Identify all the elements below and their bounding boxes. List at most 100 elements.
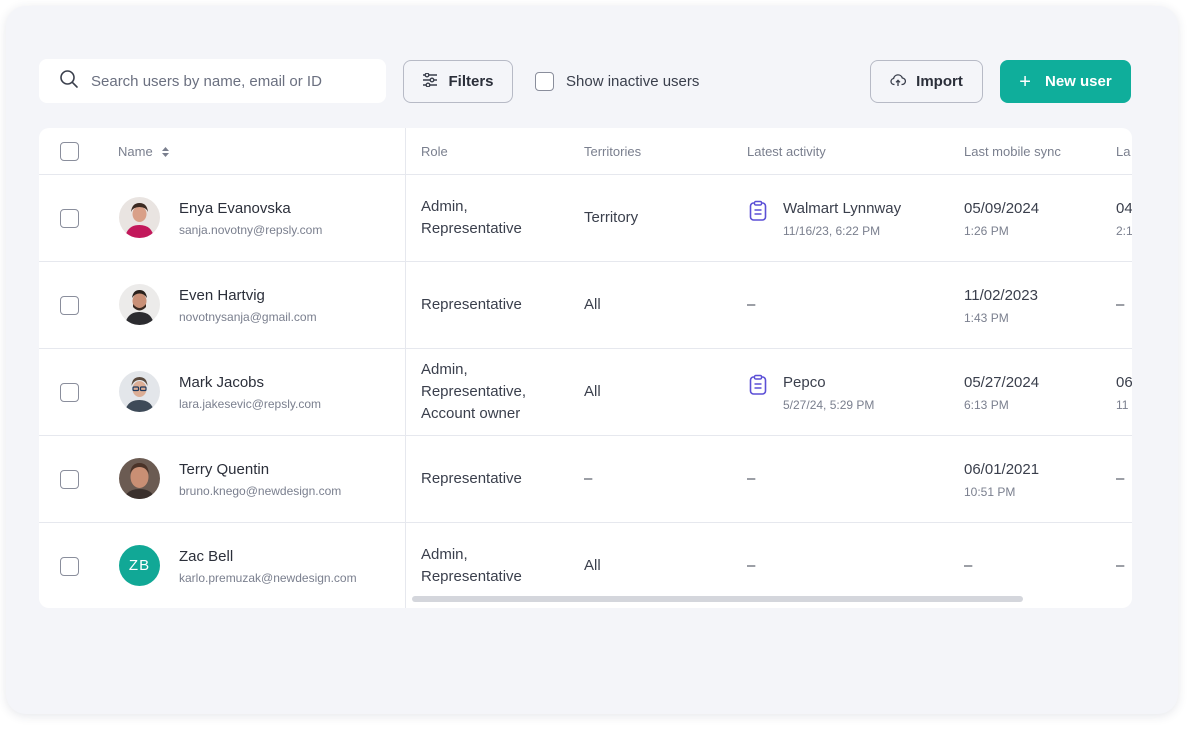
sync-time: 1:26 PM: [964, 224, 1009, 238]
import-label: Import: [916, 73, 963, 90]
import-button[interactable]: Import: [870, 60, 983, 103]
sync-time: 6:13 PM: [964, 398, 1009, 412]
sync-date: 06/01/2021: [964, 461, 1040, 478]
last-bottom: 2:1: [1116, 224, 1132, 238]
user-email: novotnysanja@gmail.com: [179, 309, 317, 324]
row-checkbox[interactable]: [60, 208, 79, 228]
search-icon: [59, 69, 79, 94]
filters-button[interactable]: Filters: [403, 60, 513, 103]
column-header-latest-activity: Latest activity: [747, 144, 826, 159]
cloud-upload-icon: [890, 73, 916, 91]
last-empty: –: [1116, 557, 1125, 574]
activity-cell: Pepco 5/27/24, 5:29 PM: [747, 349, 874, 435]
user-name[interactable]: Zac Bell: [179, 548, 357, 565]
last-top: 04: [1116, 200, 1132, 217]
last-cell: –: [1116, 436, 1124, 522]
toolbar: Filters Show inactive users Import + New…: [39, 59, 1132, 103]
horizontal-scrollbar[interactable]: [412, 596, 1023, 602]
sync-time: 10:51 PM: [964, 485, 1016, 499]
user-email: sanja.novotny@repsly.com: [179, 222, 323, 237]
territories-cell: All: [584, 349, 601, 435]
role-line: Admin,: [421, 546, 468, 563]
role-cell: Admin, Representative, Account owner: [421, 349, 526, 435]
user-name[interactable]: Enya Evanovska: [179, 200, 322, 217]
last-top: 06: [1116, 374, 1132, 391]
row-checkbox[interactable]: [60, 382, 79, 402]
territories-value: All: [584, 383, 601, 400]
last-cell: 04 2:1: [1116, 175, 1132, 261]
user-cell: Terry Quentin bruno.knego@newdesign.com: [179, 436, 341, 522]
territories-cell: Territory: [584, 175, 638, 261]
search-box[interactable]: [39, 59, 386, 103]
sort-icon[interactable]: [161, 146, 170, 158]
last-cell: –: [1116, 262, 1124, 348]
role-line: Admin,: [421, 198, 468, 215]
activity-empty: –: [747, 557, 756, 574]
row-checkbox[interactable]: [60, 469, 79, 489]
activity-title[interactable]: Walmart Lynnway: [783, 198, 901, 220]
show-inactive-label: Show inactive users: [566, 72, 700, 90]
clipboard-icon: [747, 200, 769, 227]
last-empty: –: [1116, 296, 1125, 313]
last-cell: –: [1116, 523, 1124, 608]
sync-cell: 05/27/2024 6:13 PM: [964, 349, 1039, 435]
new-user-label: New user: [1044, 73, 1112, 90]
activity-title[interactable]: Pepco: [783, 372, 874, 394]
select-all-checkbox[interactable]: [60, 142, 79, 161]
row-select-cell: [60, 175, 79, 261]
user-cell: Enya Evanovska sanja.novotny@repsly.com: [179, 175, 322, 261]
sync-date: 05/27/2024: [964, 374, 1040, 391]
search-input[interactable]: [91, 72, 371, 90]
show-inactive-toggle[interactable]: Show inactive users: [535, 59, 699, 103]
row-select-cell: [60, 436, 79, 522]
last-bottom: 11: [1116, 398, 1129, 412]
column-header-territories: Territories: [584, 144, 642, 159]
row-checkbox[interactable]: [60, 556, 79, 576]
role-line: Representative: [421, 568, 522, 585]
sliders-icon: [422, 72, 448, 91]
table-header: Name Role Territories Latest activity La…: [39, 128, 1132, 175]
new-user-button[interactable]: + New user: [1000, 60, 1131, 103]
activity-cell: –: [747, 262, 755, 348]
show-inactive-checkbox[interactable]: [535, 71, 554, 91]
user-name[interactable]: Terry Quentin: [179, 461, 341, 478]
activity-time: 11/16/23, 6:22 PM: [783, 224, 881, 238]
user-email: bruno.knego@newdesign.com: [179, 483, 342, 498]
column-header-last-mobile-sync: Last mobile sync: [964, 144, 1061, 159]
column-name-label: Name: [118, 144, 153, 159]
table-row[interactable]: Even Hartvig novotnysanja@gmail.com Repr…: [39, 262, 1132, 349]
avatar: [119, 371, 160, 412]
row-checkbox[interactable]: [60, 295, 79, 315]
column-header-name[interactable]: Name: [118, 128, 170, 175]
sync-date: 11/02/2023: [964, 287, 1038, 304]
clipboard-icon: [747, 374, 769, 401]
column-header-last-partial: La: [1116, 144, 1131, 159]
sync-cell: 11/02/2023 1:43 PM: [964, 262, 1038, 348]
row-select-cell: [60, 262, 79, 348]
sync-empty: –: [964, 557, 973, 574]
territories-value: All: [584, 296, 601, 313]
territories-value: All: [584, 557, 601, 574]
table-row[interactable]: Terry Quentin bruno.knego@newdesign.com …: [39, 436, 1132, 523]
sync-time: 1:43 PM: [964, 311, 1009, 325]
role-line: Representative: [421, 296, 522, 313]
activity-empty: –: [747, 470, 756, 487]
territories-value: –: [584, 470, 593, 487]
role-line: Representative: [421, 220, 522, 237]
user-cell: Mark Jacobs lara.jakesevic@repsly.com: [179, 349, 321, 435]
role-line: Representative: [421, 470, 522, 487]
table-row[interactable]: Enya Evanovska sanja.novotny@repsly.com …: [39, 175, 1132, 262]
user-email: lara.jakesevic@repsly.com: [179, 396, 322, 411]
territories-cell: –: [584, 436, 592, 522]
users-panel: Filters Show inactive users Import + New…: [6, 6, 1178, 714]
last-empty: –: [1116, 470, 1125, 487]
row-select-cell: [60, 523, 79, 608]
user-name[interactable]: Even Hartvig: [179, 287, 317, 304]
sync-cell: 05/09/2024 1:26 PM: [964, 175, 1039, 261]
role-line: Account owner: [421, 405, 521, 422]
activity-cell: Walmart Lynnway 11/16/23, 6:22 PM: [747, 175, 901, 261]
table-row[interactable]: Mark Jacobs lara.jakesevic@repsly.com Ad…: [39, 349, 1132, 436]
plus-icon: +: [1019, 70, 1031, 93]
avatar: [119, 197, 160, 238]
user-name[interactable]: Mark Jacobs: [179, 374, 321, 391]
